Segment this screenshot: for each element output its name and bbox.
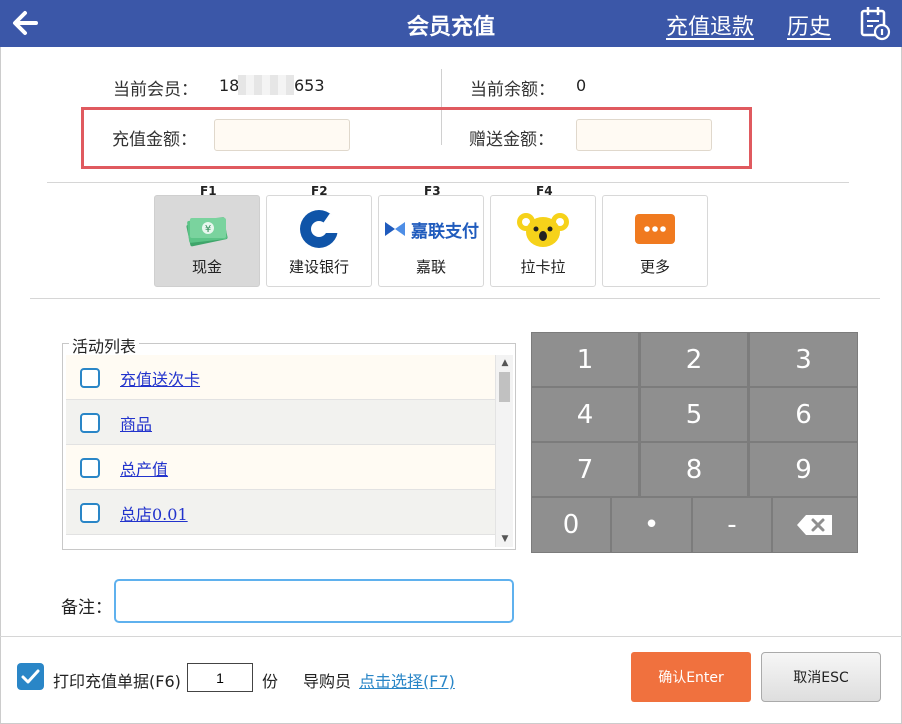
key-4[interactable]: 4 xyxy=(532,388,638,441)
more-dots-icon xyxy=(635,214,675,244)
key-7[interactable]: 7 xyxy=(532,443,638,496)
divider-middle xyxy=(30,298,880,299)
activity-name-link[interactable]: 充值送次卡 xyxy=(120,366,200,390)
activity-checkbox[interactable] xyxy=(80,413,100,433)
cash-icon: ¥ xyxy=(186,217,228,247)
page-title: 会员充值 xyxy=(406,15,495,40)
member-label: 当前会员： xyxy=(113,80,198,100)
confirm-button[interactable]: 确认Enter xyxy=(631,652,751,702)
activity-row[interactable]: 总产值 xyxy=(66,445,495,490)
balance-label: 当前余额： xyxy=(470,80,555,100)
key-1[interactable]: 1 xyxy=(532,333,638,386)
guide-label: 导购员 xyxy=(303,672,352,691)
pay-method-more[interactable]: 更多 xyxy=(602,195,708,287)
scroll-up-icon[interactable]: ▲ xyxy=(496,356,514,370)
member-phone-suffix: 653 xyxy=(294,76,325,95)
activity-row[interactable]: 总店0.01 xyxy=(66,490,495,535)
divider-bottom xyxy=(0,636,902,637)
balance-value: 0 xyxy=(576,76,587,95)
activity-checkbox[interactable] xyxy=(80,458,100,478)
key-8[interactable]: 8 xyxy=(641,443,747,496)
key-2[interactable]: 2 xyxy=(641,333,747,386)
ccb-bank-icon xyxy=(300,210,341,248)
pay-method-label: 现金 xyxy=(191,258,222,276)
jialian-pay-icon xyxy=(385,222,405,236)
jialian-logo-text: 嘉联支付 xyxy=(411,221,479,242)
pay-method-label: 嘉联 xyxy=(415,258,446,276)
remark-label: 备注： xyxy=(61,598,112,618)
copies-unit: 份 xyxy=(262,672,279,691)
checkmark-icon xyxy=(21,669,40,684)
key-minus[interactable]: - xyxy=(693,498,771,552)
activity-checkbox[interactable] xyxy=(80,503,100,523)
scroll-thumb[interactable] xyxy=(499,372,510,402)
select-guide-link[interactable]: 点击选择(F7) xyxy=(359,668,455,692)
activity-name-link[interactable]: 总店0.01 xyxy=(120,501,188,525)
key-5[interactable]: 5 xyxy=(641,388,747,441)
print-receipt-label: 打印充值单据(F6) xyxy=(53,672,181,691)
print-copies-input[interactable] xyxy=(187,663,253,692)
activity-row[interactable]: 充值送次卡 xyxy=(66,355,495,400)
activity-scrollbar[interactable]: ▲ ▼ xyxy=(495,355,513,547)
pay-method-label: 建设银行 xyxy=(288,258,349,276)
scroll-down-icon[interactable]: ▼ xyxy=(496,532,514,546)
phone-mask xyxy=(238,75,294,95)
back-button[interactable] xyxy=(6,4,46,42)
key-0[interactable]: 0 xyxy=(532,498,610,552)
pay-method-label: 拉卡拉 xyxy=(520,258,566,276)
key-9[interactable]: 9 xyxy=(750,443,857,496)
pay-method-lakala[interactable]: 拉卡拉 xyxy=(490,195,596,287)
numeric-keypad: 1 2 3 4 5 6 7 8 9 0 • - xyxy=(531,332,858,553)
svg-text:¥: ¥ xyxy=(205,224,211,235)
pay-method-cash[interactable]: ¥ 现金 xyxy=(154,195,260,287)
calendar-info-icon xyxy=(860,7,891,41)
activity-name-link[interactable]: 总产值 xyxy=(120,456,168,480)
cancel-button[interactable]: 取消ESC xyxy=(761,652,881,702)
key-dot[interactable]: • xyxy=(612,498,691,552)
activity-list-title: 活动列表 xyxy=(69,333,140,357)
recharge-amount-label: 充值金额： xyxy=(112,130,197,150)
divider-top xyxy=(47,182,849,183)
activity-name-link[interactable]: 商品 xyxy=(120,411,152,435)
gift-amount-input[interactable] xyxy=(576,119,712,151)
key-3[interactable]: 3 xyxy=(750,333,857,386)
recharge-amount-input[interactable] xyxy=(214,119,350,151)
calendar-info-button[interactable] xyxy=(858,5,892,41)
history-link[interactable]: 历史 xyxy=(787,9,831,41)
activity-row[interactable]: 商品 xyxy=(66,400,495,445)
print-receipt-checkbox[interactable] xyxy=(17,663,44,690)
remark-input[interactable] xyxy=(114,579,514,623)
lakala-koala-icon xyxy=(517,213,569,247)
pay-method-jialian[interactable]: 嘉联支付 嘉联 xyxy=(378,195,484,287)
pay-method-ccb[interactable]: 建设银行 xyxy=(266,195,372,287)
title-bar: 会员充值 充值退款 历史 xyxy=(0,0,902,47)
refund-link[interactable]: 充值退款 xyxy=(666,9,754,41)
pay-method-label: 更多 xyxy=(639,258,670,276)
activity-checkbox[interactable] xyxy=(80,368,100,388)
arrow-left-icon xyxy=(13,11,38,35)
key-backspace[interactable] xyxy=(773,498,857,552)
member-phone-prefix: 18 xyxy=(219,76,240,95)
key-6[interactable]: 6 xyxy=(750,388,857,441)
backspace-icon xyxy=(797,515,832,535)
gift-amount-label: 赠送金额： xyxy=(469,130,554,150)
